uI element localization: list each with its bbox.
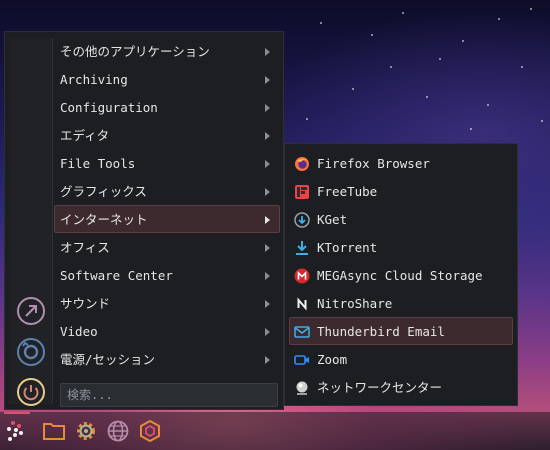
app-label: Zoom <box>317 352 348 367</box>
app-label: Firefox Browser <box>317 156 430 171</box>
chevron-right-icon <box>265 356 270 364</box>
category-software-center[interactable]: Software Center <box>54 261 280 289</box>
category-video[interactable]: Video <box>54 317 280 345</box>
app-freetube[interactable]: FreeTube <box>289 177 513 205</box>
chevron-right-icon <box>265 328 270 336</box>
app-label: ネットワークセンター <box>317 380 443 395</box>
open-link-button[interactable] <box>15 295 47 327</box>
category-file-tools[interactable]: File Tools <box>54 149 280 177</box>
active-indicator <box>4 412 30 414</box>
package-manager-button[interactable] <box>137 418 163 444</box>
category-label: Software Center <box>60 268 173 283</box>
internet-submenu: Firefox Browser FreeTube KGet KTorrent M… <box>284 143 518 406</box>
chevron-right-icon <box>265 48 270 56</box>
zoom-icon <box>294 355 309 365</box>
category-label: Video <box>60 324 98 339</box>
app-network-center[interactable]: ネットワークセンター <box>289 373 513 401</box>
category-list: その他のアプリケーション Archiving Configuration エディ… <box>54 37 280 373</box>
category-power-session[interactable]: 電源/セッション <box>54 345 280 373</box>
app-label: KGet <box>317 212 348 227</box>
chevron-right-icon <box>265 244 270 252</box>
category-label: インターネット <box>60 212 148 227</box>
category-label: グラフィックス <box>60 184 147 199</box>
app-menu-icon <box>7 421 23 441</box>
chevron-right-icon <box>265 188 270 196</box>
file-manager-button[interactable] <box>41 418 67 444</box>
app-ktorrent[interactable]: KTorrent <box>289 233 513 261</box>
network-icon <box>296 381 308 395</box>
refresh-button[interactable] <box>15 336 47 368</box>
category-editors[interactable]: エディタ <box>54 121 280 149</box>
taskbar <box>0 412 550 450</box>
globe-icon <box>107 420 129 442</box>
package-icon <box>140 419 160 443</box>
thunderbird-icon <box>294 326 310 338</box>
kget-icon <box>294 212 310 228</box>
category-graphics[interactable]: グラフィックス <box>54 177 280 205</box>
app-megasync[interactable]: MEGAsync Cloud Storage <box>289 261 513 289</box>
app-menu-button[interactable] <box>4 418 30 444</box>
category-sound[interactable]: サウンド <box>54 289 280 317</box>
open-link-icon <box>17 297 45 325</box>
category-label: エディタ <box>60 128 110 143</box>
search-input[interactable] <box>60 383 278 407</box>
app-zoom[interactable]: Zoom <box>289 345 513 373</box>
app-firefox[interactable]: Firefox Browser <box>289 149 513 177</box>
app-label: NitroShare <box>317 296 393 311</box>
category-label: File Tools <box>60 156 136 171</box>
category-label: その他のアプリケーション <box>60 44 210 59</box>
category-label: オフィス <box>60 240 110 255</box>
chevron-right-icon <box>265 132 270 140</box>
category-office[interactable]: オフィス <box>54 233 280 261</box>
chevron-right-icon <box>265 216 270 224</box>
mega-icon <box>294 268 310 284</box>
web-browser-button[interactable] <box>105 418 131 444</box>
power-icon <box>17 378 45 406</box>
app-kget[interactable]: KGet <box>289 205 513 233</box>
app-label: FreeTube <box>317 184 378 199</box>
category-label: 電源/セッション <box>60 352 156 367</box>
nitroshare-icon <box>297 297 307 311</box>
ktorrent-icon <box>296 241 308 255</box>
category-configuration[interactable]: Configuration <box>54 93 280 121</box>
chevron-right-icon <box>265 104 270 112</box>
folder-icon <box>43 423 65 440</box>
category-internet[interactable]: インターネット <box>54 205 280 233</box>
category-other-apps[interactable]: その他のアプリケーション <box>54 37 280 65</box>
app-label: MEGAsync Cloud Storage <box>317 268 483 283</box>
category-label: Archiving <box>60 72 128 87</box>
app-label: KTorrent <box>317 240 378 255</box>
category-label: サウンド <box>60 296 111 311</box>
chevron-right-icon <box>265 76 270 84</box>
firefox-icon <box>295 157 309 171</box>
favorites-strip <box>9 38 53 406</box>
chevron-right-icon <box>265 160 270 168</box>
power-button[interactable] <box>15 376 47 408</box>
application-menu: その他のアプリケーション Archiving Configuration エディ… <box>4 31 284 410</box>
chevron-right-icon <box>265 272 270 280</box>
category-archiving[interactable]: Archiving <box>54 65 280 93</box>
freetube-icon <box>295 185 309 199</box>
category-label: Configuration <box>60 100 158 115</box>
app-thunderbird[interactable]: Thunderbird Email <box>289 317 513 345</box>
settings-gear-icon <box>77 422 95 440</box>
app-label: Thunderbird Email <box>317 324 445 339</box>
chevron-right-icon <box>265 300 270 308</box>
refresh-icon <box>17 338 45 366</box>
settings-button[interactable] <box>73 418 99 444</box>
app-nitroshare[interactable]: NitroShare <box>289 289 513 317</box>
